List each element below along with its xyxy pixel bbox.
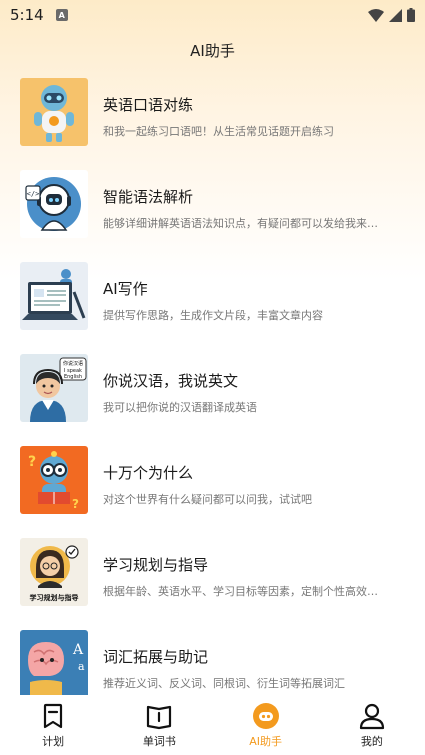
svg-text:?: ?	[28, 454, 36, 470]
list-item[interactable]: 学习规划与指导 学习规划与指导 根据年龄、英语水平、学习目标等因素，定制个性高效…	[0, 530, 425, 622]
assistant-list[interactable]: 英语口语对练 和我一起练习口语吧！从生活常见话题开启练习 </> 智能语法解析 …	[0, 70, 425, 695]
battery-icon	[407, 8, 415, 22]
item-title: 智能语法解析	[103, 188, 194, 206]
bottom-tab-bar: 计划 单词书 AI助手 我的	[0, 695, 425, 755]
tab-label: 计划	[42, 735, 65, 748]
ai-bot-icon	[252, 703, 279, 729]
item-title: 你说汉语，我说英文	[103, 372, 239, 390]
laptop-writing-icon	[20, 262, 88, 330]
status-time: 5:14	[10, 6, 44, 24]
tab-plan[interactable]: 计划	[0, 695, 106, 755]
bookmark-icon	[44, 703, 63, 729]
item-title: 英语口语对练	[103, 96, 194, 114]
thumb-text: a	[78, 660, 85, 673]
status-bar: 5:14 A	[0, 0, 425, 30]
item-description: 根据年龄、英语水平、学习目标等因素，定制个性高效…	[103, 585, 378, 598]
translator-man-icon: 你说汉语 I speak English	[20, 354, 88, 422]
headset-robot-icon: </>	[20, 170, 88, 238]
page-title: AI助手	[190, 41, 235, 60]
robot-icon	[20, 78, 88, 146]
item-description: 能够详细讲解英语语法知识点，有疑问都可以发给我来…	[103, 217, 378, 230]
app-header: AI助手	[0, 30, 425, 70]
list-item[interactable]: AI写作 提供写作思路，生成作文片段，丰富文章内容	[0, 254, 425, 346]
list-item[interactable]: 英语口语对练 和我一起练习口语吧！从生活常见话题开启练习	[0, 70, 425, 162]
thumb-text: 学习规划与指导	[30, 593, 79, 602]
thumb-text: English	[64, 374, 82, 380]
item-description: 提供写作思路，生成作文片段，丰富文章内容	[103, 309, 323, 322]
thumb-text: 你说汉语	[63, 360, 83, 367]
tab-wordbook[interactable]: 单词书	[106, 695, 212, 755]
tab-ai-assistant[interactable]: AI助手	[213, 695, 319, 755]
tab-label: 我的	[360, 735, 383, 748]
signal-icon	[389, 8, 402, 22]
item-description: 我可以把你说的汉语翻译成英语	[103, 401, 257, 414]
list-item[interactable]: </> 智能语法解析 能够详细讲解英语语法知识点，有疑问都可以发给我来…	[0, 162, 425, 254]
tab-profile[interactable]: 我的	[319, 695, 425, 755]
notification-icon: A	[55, 9, 68, 21]
list-item[interactable]: ? ? 十万个为什么 对这个世界有什么疑问都可以问我，试试吧	[0, 438, 425, 530]
svg-text:</>: </>	[27, 190, 40, 198]
item-description: 和我一起练习口语吧！从生活常见话题开启练习	[103, 125, 334, 138]
status-icons	[368, 8, 415, 22]
teacher-icon: 学习规划与指导	[20, 538, 88, 606]
item-title: 词汇拓展与助记	[103, 648, 209, 666]
item-description: 推荐近义词、反义词、同根词、衍生词等拓展词汇	[103, 677, 345, 690]
list-item[interactable]: A a 词汇拓展与助记 推荐近义词、反义词、同根词、衍生词等拓展词汇	[0, 622, 425, 695]
wifi-icon	[368, 8, 384, 22]
user-icon	[359, 703, 384, 730]
question-robot-icon: ? ?	[20, 446, 88, 514]
tab-label: AI助手	[249, 735, 283, 748]
item-title: AI写作	[103, 280, 148, 298]
brain-book-icon: A a	[20, 630, 88, 695]
thumb-text: A	[72, 642, 84, 658]
book-icon	[147, 705, 172, 730]
tab-label: 单词书	[142, 735, 176, 748]
svg-text:?: ?	[72, 497, 79, 511]
item-description: 对这个世界有什么疑问都可以问我，试试吧	[103, 493, 312, 506]
item-title: 十万个为什么	[103, 464, 194, 482]
item-title: 学习规划与指导	[103, 556, 209, 574]
list-item[interactable]: 你说汉语 I speak English 你说汉语，我说英文 我可以把你说的汉语…	[0, 346, 425, 438]
